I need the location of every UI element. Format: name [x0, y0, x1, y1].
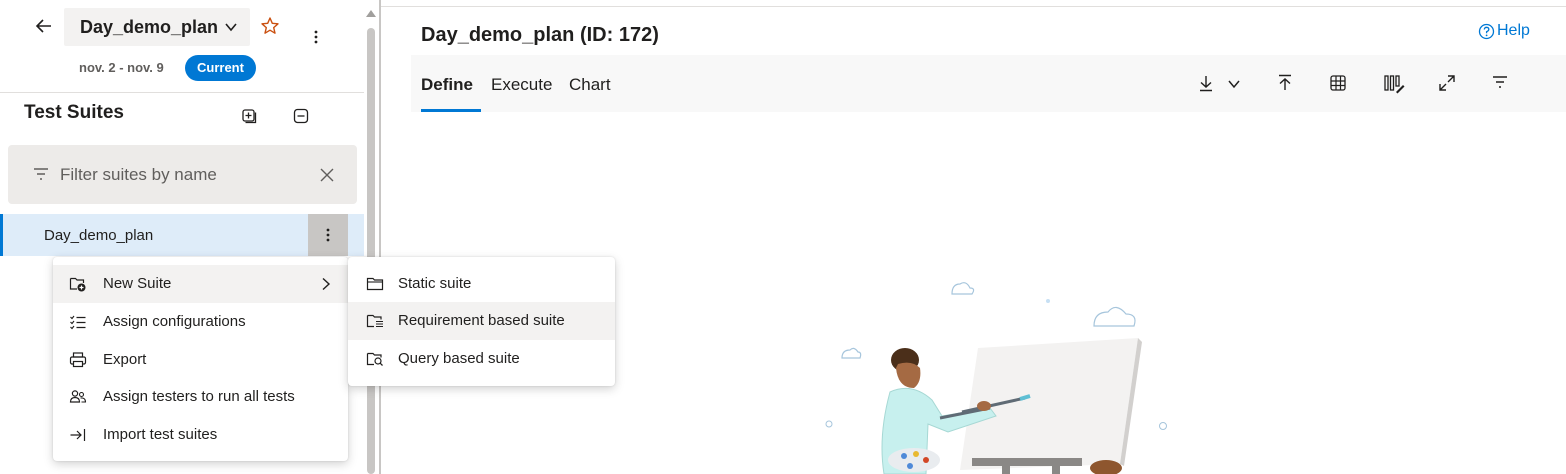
filter-suites-input[interactable] — [60, 159, 310, 191]
arrow-left-icon — [35, 18, 53, 34]
top-border — [381, 6, 1566, 7]
import-icon — [69, 426, 87, 444]
submenu-item-label: Requirement based suite — [398, 312, 565, 329]
menu-item-assign-configurations[interactable]: Assign configurations — [53, 303, 348, 341]
menu-item-label: Import test suites — [103, 426, 218, 443]
download-icon[interactable] — [1198, 74, 1214, 97]
column-options-icon[interactable] — [1383, 74, 1405, 99]
menu-item-import-test-suites[interactable]: Import test suites — [53, 416, 348, 454]
menu-item-new-suite[interactable]: New Suite — [53, 265, 348, 303]
chevron-down-icon — [224, 20, 238, 34]
submenu-item-label: Static suite — [398, 275, 472, 292]
fullscreen-icon[interactable] — [1438, 74, 1456, 97]
help-label: Help — [1497, 22, 1530, 39]
chevron-down-icon[interactable] — [1227, 77, 1241, 95]
submenu-item-query-based-suite[interactable]: Query based suite — [348, 340, 615, 378]
scrollbar-thumb[interactable] — [367, 28, 375, 474]
print-icon — [69, 351, 87, 369]
help-link[interactable]: Help — [1478, 22, 1530, 40]
test-suites-title: Test Suites — [24, 102, 124, 123]
current-badge: Current — [185, 55, 256, 81]
empty-state-illustration — [820, 276, 1170, 474]
plan-selector-dropdown[interactable]: Day_demo_plan — [64, 8, 250, 46]
menu-item-export[interactable]: Export — [53, 341, 348, 379]
menu-item-label: Assign configurations — [103, 313, 246, 330]
star-icon — [260, 16, 280, 36]
upload-icon[interactable] — [1277, 74, 1293, 97]
tabs-toolbar: Define Execute Chart — [411, 55, 1566, 112]
page-title: Day_demo_plan (ID: 172) — [421, 24, 659, 46]
new-suite-icon — [69, 275, 87, 293]
iteration-date-range: nov. 2 - nov. 9 — [79, 60, 164, 75]
header-divider — [0, 92, 364, 93]
collapse-all-button[interactable] — [292, 107, 310, 125]
suite-context-menu: New Suite Assign configurations Export A… — [53, 257, 348, 461]
menu-item-label: Assign testers to run all tests — [103, 388, 295, 405]
new-suite-submenu: Static suite Requirement based suite Que… — [348, 257, 615, 386]
plan-more-actions-button[interactable] — [308, 28, 324, 46]
back-button[interactable] — [30, 14, 58, 38]
more-vertical-icon — [320, 226, 336, 244]
help-icon — [1478, 23, 1495, 40]
tab-define[interactable]: Define — [421, 75, 473, 95]
panel-splitter[interactable] — [379, 0, 381, 474]
filter-icon — [32, 167, 50, 181]
close-icon[interactable] — [319, 167, 335, 183]
collapse-all-icon — [292, 107, 310, 125]
grid-icon[interactable] — [1329, 74, 1347, 97]
checklist-icon — [69, 313, 87, 331]
query-folder-icon — [366, 351, 384, 367]
more-vertical-icon — [308, 28, 324, 46]
menu-item-assign-testers[interactable]: Assign testers to run all tests — [53, 378, 348, 416]
expand-all-icon — [240, 107, 258, 125]
suite-more-actions-button[interactable] — [308, 214, 348, 256]
suite-tree-row[interactable]: Day_demo_plan — [0, 214, 364, 256]
favorite-button[interactable] — [260, 16, 280, 36]
submenu-item-label: Query based suite — [398, 350, 520, 367]
menu-item-label: New Suite — [103, 275, 172, 292]
active-tab-indicator — [421, 109, 481, 112]
requirement-folder-icon — [366, 313, 384, 329]
chevron-right-icon — [320, 277, 332, 291]
submenu-item-static-suite[interactable]: Static suite — [348, 265, 615, 303]
filter-icon[interactable] — [1491, 74, 1509, 95]
suite-tree-label: Day_demo_plan — [44, 227, 154, 244]
plan-name: Day_demo_plan — [80, 16, 219, 37]
tab-execute[interactable]: Execute — [491, 75, 552, 95]
expand-all-button[interactable] — [240, 107, 258, 125]
submenu-item-requirement-based-suite[interactable]: Requirement based suite — [348, 302, 615, 340]
scroll-up-arrow[interactable] — [366, 10, 376, 17]
tab-chart[interactable]: Chart — [569, 75, 611, 95]
menu-item-label: Export — [103, 351, 147, 368]
people-icon — [69, 388, 87, 406]
filter-suites-box[interactable] — [8, 145, 357, 204]
folder-icon — [366, 276, 384, 292]
